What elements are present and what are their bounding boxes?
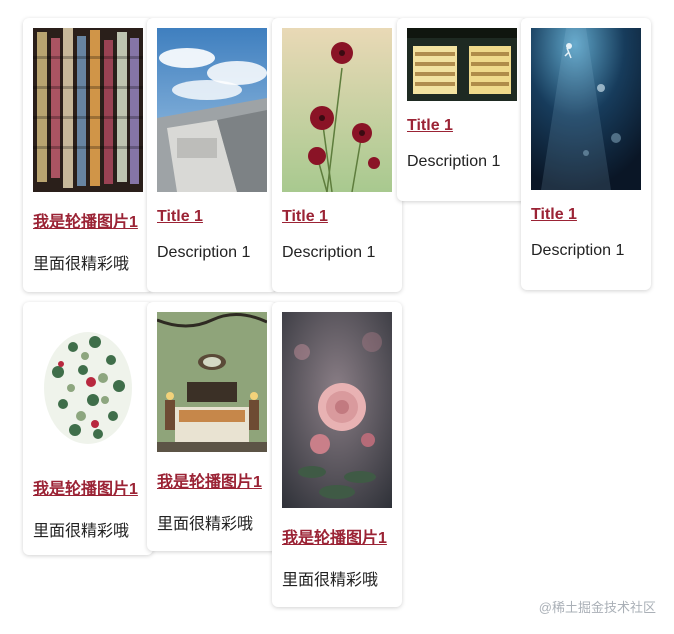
card-title[interactable]: Title 1 — [157, 208, 267, 226]
card-6[interactable]: 我是轮播图片1 里面很精彩哦 — [23, 302, 153, 555]
card-title[interactable]: 我是轮播图片1 — [33, 475, 143, 499]
card-3[interactable]: Title 1 Description 1 — [272, 18, 402, 292]
card-description: 里面很精彩哦 — [33, 523, 130, 540]
card-8[interactable]: 我是轮播图片1 里面很精彩哦 — [272, 302, 402, 607]
bookstore-night-image — [407, 28, 517, 101]
card-description: Description 1 — [407, 153, 501, 170]
card-description: Description 1 — [531, 242, 625, 259]
underwater-diver-image — [531, 28, 641, 190]
card-7[interactable]: 我是轮播图片1 里面很精彩哦 — [147, 302, 277, 551]
building-sky-image — [157, 28, 267, 192]
pink-rose-image — [282, 312, 392, 508]
bedroom-interior-image — [157, 312, 267, 452]
floral-wreath-image — [33, 312, 143, 457]
card-description: 里面很精彩哦 — [157, 516, 254, 533]
card-5[interactable]: Title 1 Description 1 — [521, 18, 651, 290]
thread-spools-image — [33, 28, 143, 192]
watermark: @稀土掘金技术社区 — [538, 600, 656, 615]
card-title[interactable]: 我是轮播图片1 — [33, 208, 143, 232]
card-description: Description 1 — [282, 244, 376, 261]
card-4[interactable]: Title 1 Description 1 — [397, 18, 527, 201]
card-title[interactable]: Title 1 — [531, 206, 641, 224]
card-description: 里面很精彩哦 — [282, 572, 379, 589]
card-title[interactable]: Title 1 — [407, 117, 517, 135]
card-title[interactable]: Title 1 — [282, 208, 392, 226]
card-title[interactable]: 我是轮播图片1 — [157, 468, 267, 492]
card-1[interactable]: 我是轮播图片1 里面很精彩哦 — [23, 18, 153, 292]
card-title[interactable]: 我是轮播图片1 — [282, 524, 392, 548]
card-2[interactable]: Title 1 Description 1 — [147, 18, 277, 292]
card-description: Description 1 — [157, 244, 251, 261]
red-flowers-image — [282, 28, 392, 192]
card-description: 里面很精彩哦 — [33, 256, 130, 273]
